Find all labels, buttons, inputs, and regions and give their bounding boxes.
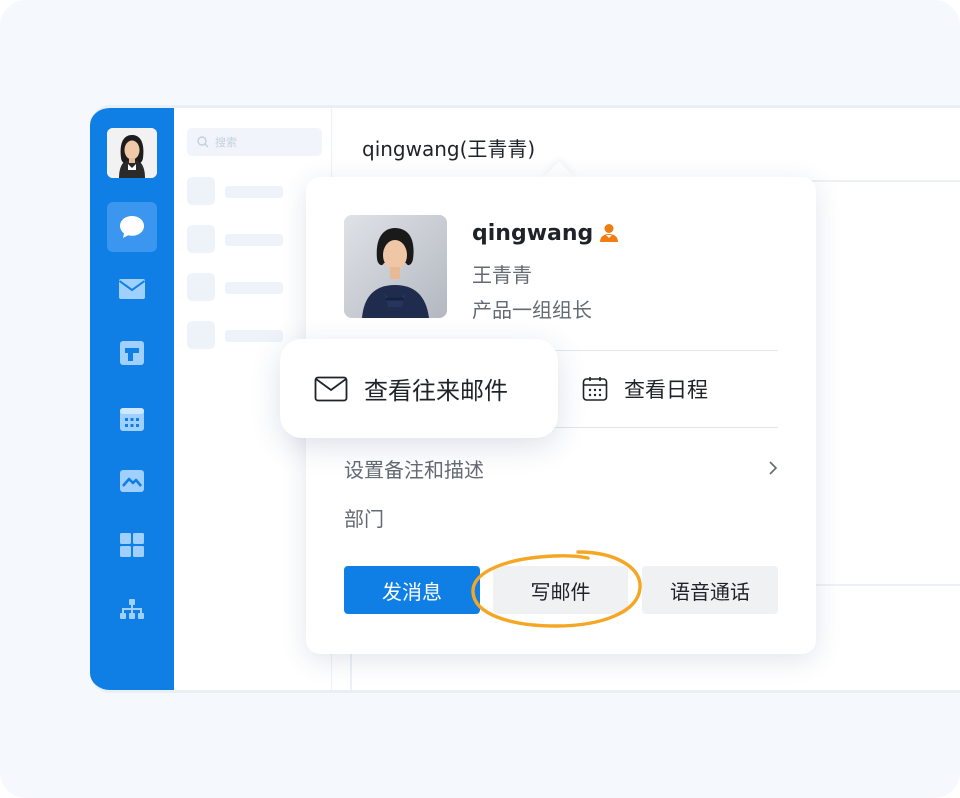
rail-mail[interactable]	[107, 264, 157, 314]
nav-rail	[90, 108, 174, 690]
chat-input-divider	[816, 584, 960, 586]
rail-calendar[interactable]	[107, 394, 157, 444]
admin-person-icon	[600, 224, 618, 242]
profile-portrait-icon	[344, 215, 447, 318]
workspace-icon	[120, 470, 144, 492]
view-schedule-action[interactable]: 查看日程	[582, 374, 708, 404]
chat-bubble-icon	[120, 216, 144, 238]
mail-icon	[118, 279, 146, 299]
department-label: 部门	[344, 507, 384, 531]
rail-apps[interactable]	[107, 520, 157, 570]
search-icon	[197, 136, 209, 148]
voice-call-button[interactable]: 语音通话	[642, 566, 778, 614]
rail-docs[interactable]	[107, 328, 157, 378]
profile-name: qingwang	[472, 221, 594, 246]
calendar-icon	[120, 408, 144, 431]
profile-display-name: 王青青	[472, 263, 532, 287]
view-mails-label: 查看往来邮件	[364, 377, 508, 405]
chevron-right-icon	[769, 461, 778, 475]
profile-role: 产品一组组长	[472, 298, 592, 322]
rail-org[interactable]	[107, 584, 157, 634]
send-message-button[interactable]: 发消息	[344, 566, 480, 614]
rail-workspace[interactable]	[107, 456, 157, 506]
settings-remark-row[interactable]: 设置备注和描述	[344, 453, 778, 483]
mail-outline-icon	[314, 376, 348, 401]
view-schedule-label: 查看日程	[624, 378, 708, 402]
rail-messages[interactable]	[107, 202, 157, 252]
apps-grid-icon	[120, 533, 144, 557]
profile-photo[interactable]	[344, 215, 447, 318]
user-avatar[interactable]	[107, 128, 157, 178]
search-input[interactable]: 搜索	[187, 128, 322, 156]
write-mail-button[interactable]: 写邮件	[493, 566, 628, 614]
view-mails-callout[interactable]: 查看往来邮件	[280, 339, 558, 438]
chat-title[interactable]: qingwang(王青青)	[362, 133, 535, 162]
search-placeholder: 搜索	[215, 136, 237, 149]
org-chart-icon	[120, 599, 144, 619]
docs-icon	[120, 341, 144, 365]
avatar-portrait-icon	[107, 128, 157, 178]
settings-remark-label: 设置备注和描述	[344, 457, 484, 482]
calendar-outline-icon	[582, 377, 608, 401]
